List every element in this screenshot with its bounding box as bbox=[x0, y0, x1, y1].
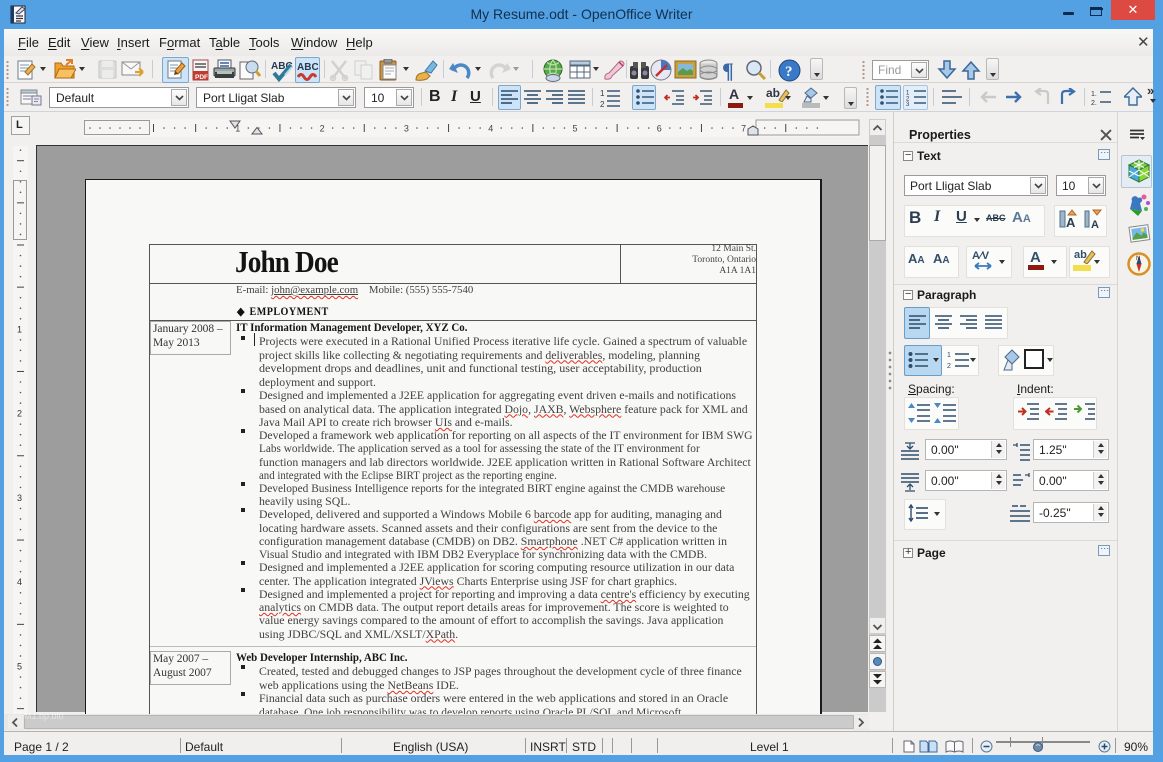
svg-text:2: 2 bbox=[600, 100, 605, 108]
svg-text:N: N bbox=[1136, 256, 1140, 262]
svg-text:2: 2 bbox=[947, 363, 951, 369]
svg-text:?: ? bbox=[785, 64, 793, 80]
svg-text:1: 1 bbox=[947, 352, 951, 359]
svg-text:3: 3 bbox=[17, 493, 22, 503]
svg-text:7: 7 bbox=[741, 124, 746, 134]
svg-text:¶: ¶ bbox=[722, 59, 734, 81]
svg-text:ABC: ABC bbox=[297, 62, 318, 73]
svg-text:6: 6 bbox=[657, 124, 662, 134]
svg-text:PDF: PDF bbox=[195, 74, 208, 81]
svg-text:4: 4 bbox=[17, 577, 22, 587]
svg-text:A: A bbox=[1091, 219, 1099, 231]
svg-text:2: 2 bbox=[17, 409, 22, 419]
svg-text:5: 5 bbox=[573, 124, 578, 134]
svg-text:1: 1 bbox=[600, 89, 605, 98]
svg-text:5: 5 bbox=[17, 662, 22, 672]
svg-text:A: A bbox=[1066, 215, 1076, 230]
svg-text:1: 1 bbox=[17, 324, 22, 334]
svg-text:3: 3 bbox=[404, 124, 409, 134]
svg-text:4: 4 bbox=[488, 124, 493, 134]
svg-text:1.: 1. bbox=[1091, 91, 1097, 98]
svg-text:2: 2 bbox=[320, 124, 325, 134]
svg-text:2.: 2. bbox=[1091, 100, 1097, 106]
svg-text:3: 3 bbox=[906, 102, 910, 106]
